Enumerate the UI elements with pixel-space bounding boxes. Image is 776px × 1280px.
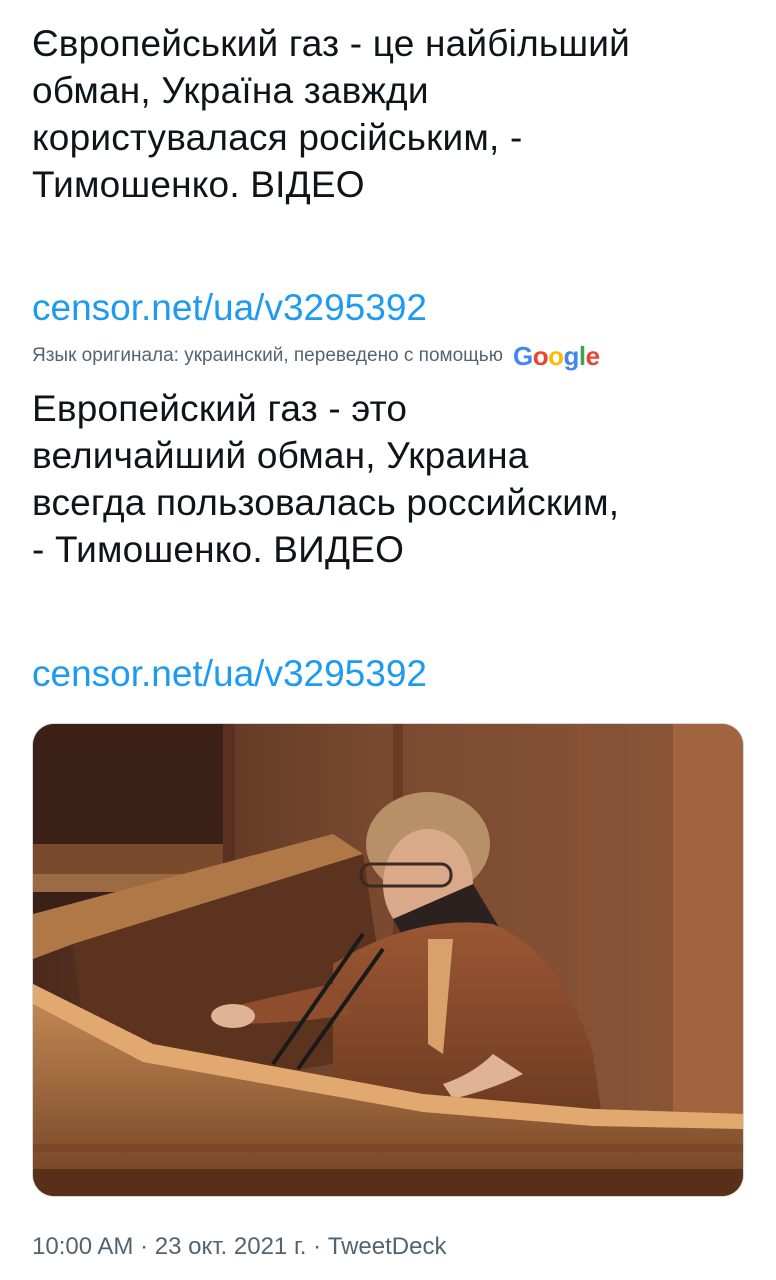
meta-separator-1: ·: [133, 1233, 155, 1260]
tweet-time[interactable]: 10:00 AM: [32, 1233, 133, 1260]
google-logo[interactable]: Google: [513, 342, 600, 370]
tweet-translated-link[interactable]: censor.net/ua/v3295392: [32, 652, 427, 696]
meta-separator-2: ·: [306, 1233, 328, 1260]
tweet-date[interactable]: 23 окт. 2021 г.: [155, 1233, 307, 1260]
tweet-media-photo[interactable]: [32, 723, 744, 1197]
tweet-original-link[interactable]: censor.net/ua/v3295392: [32, 286, 427, 330]
speaker-at-podium-image: [33, 724, 743, 1196]
tweet-translated-text: Европейский газ - это величайший обман, …: [32, 388, 620, 570]
tweet-source[interactable]: TweetDeck: [328, 1233, 447, 1260]
tweet-original-text: Європейський газ - це найбільший обман, …: [32, 23, 630, 205]
translation-notice: Язык оригинала: украинский, переведено с…: [32, 342, 744, 370]
tweet-metadata: 10:00 AM · 23 окт. 2021 г. · TweetDeck: [32, 1230, 446, 1264]
translation-note: Язык оригинала: украинский, переведено с…: [32, 345, 503, 366]
